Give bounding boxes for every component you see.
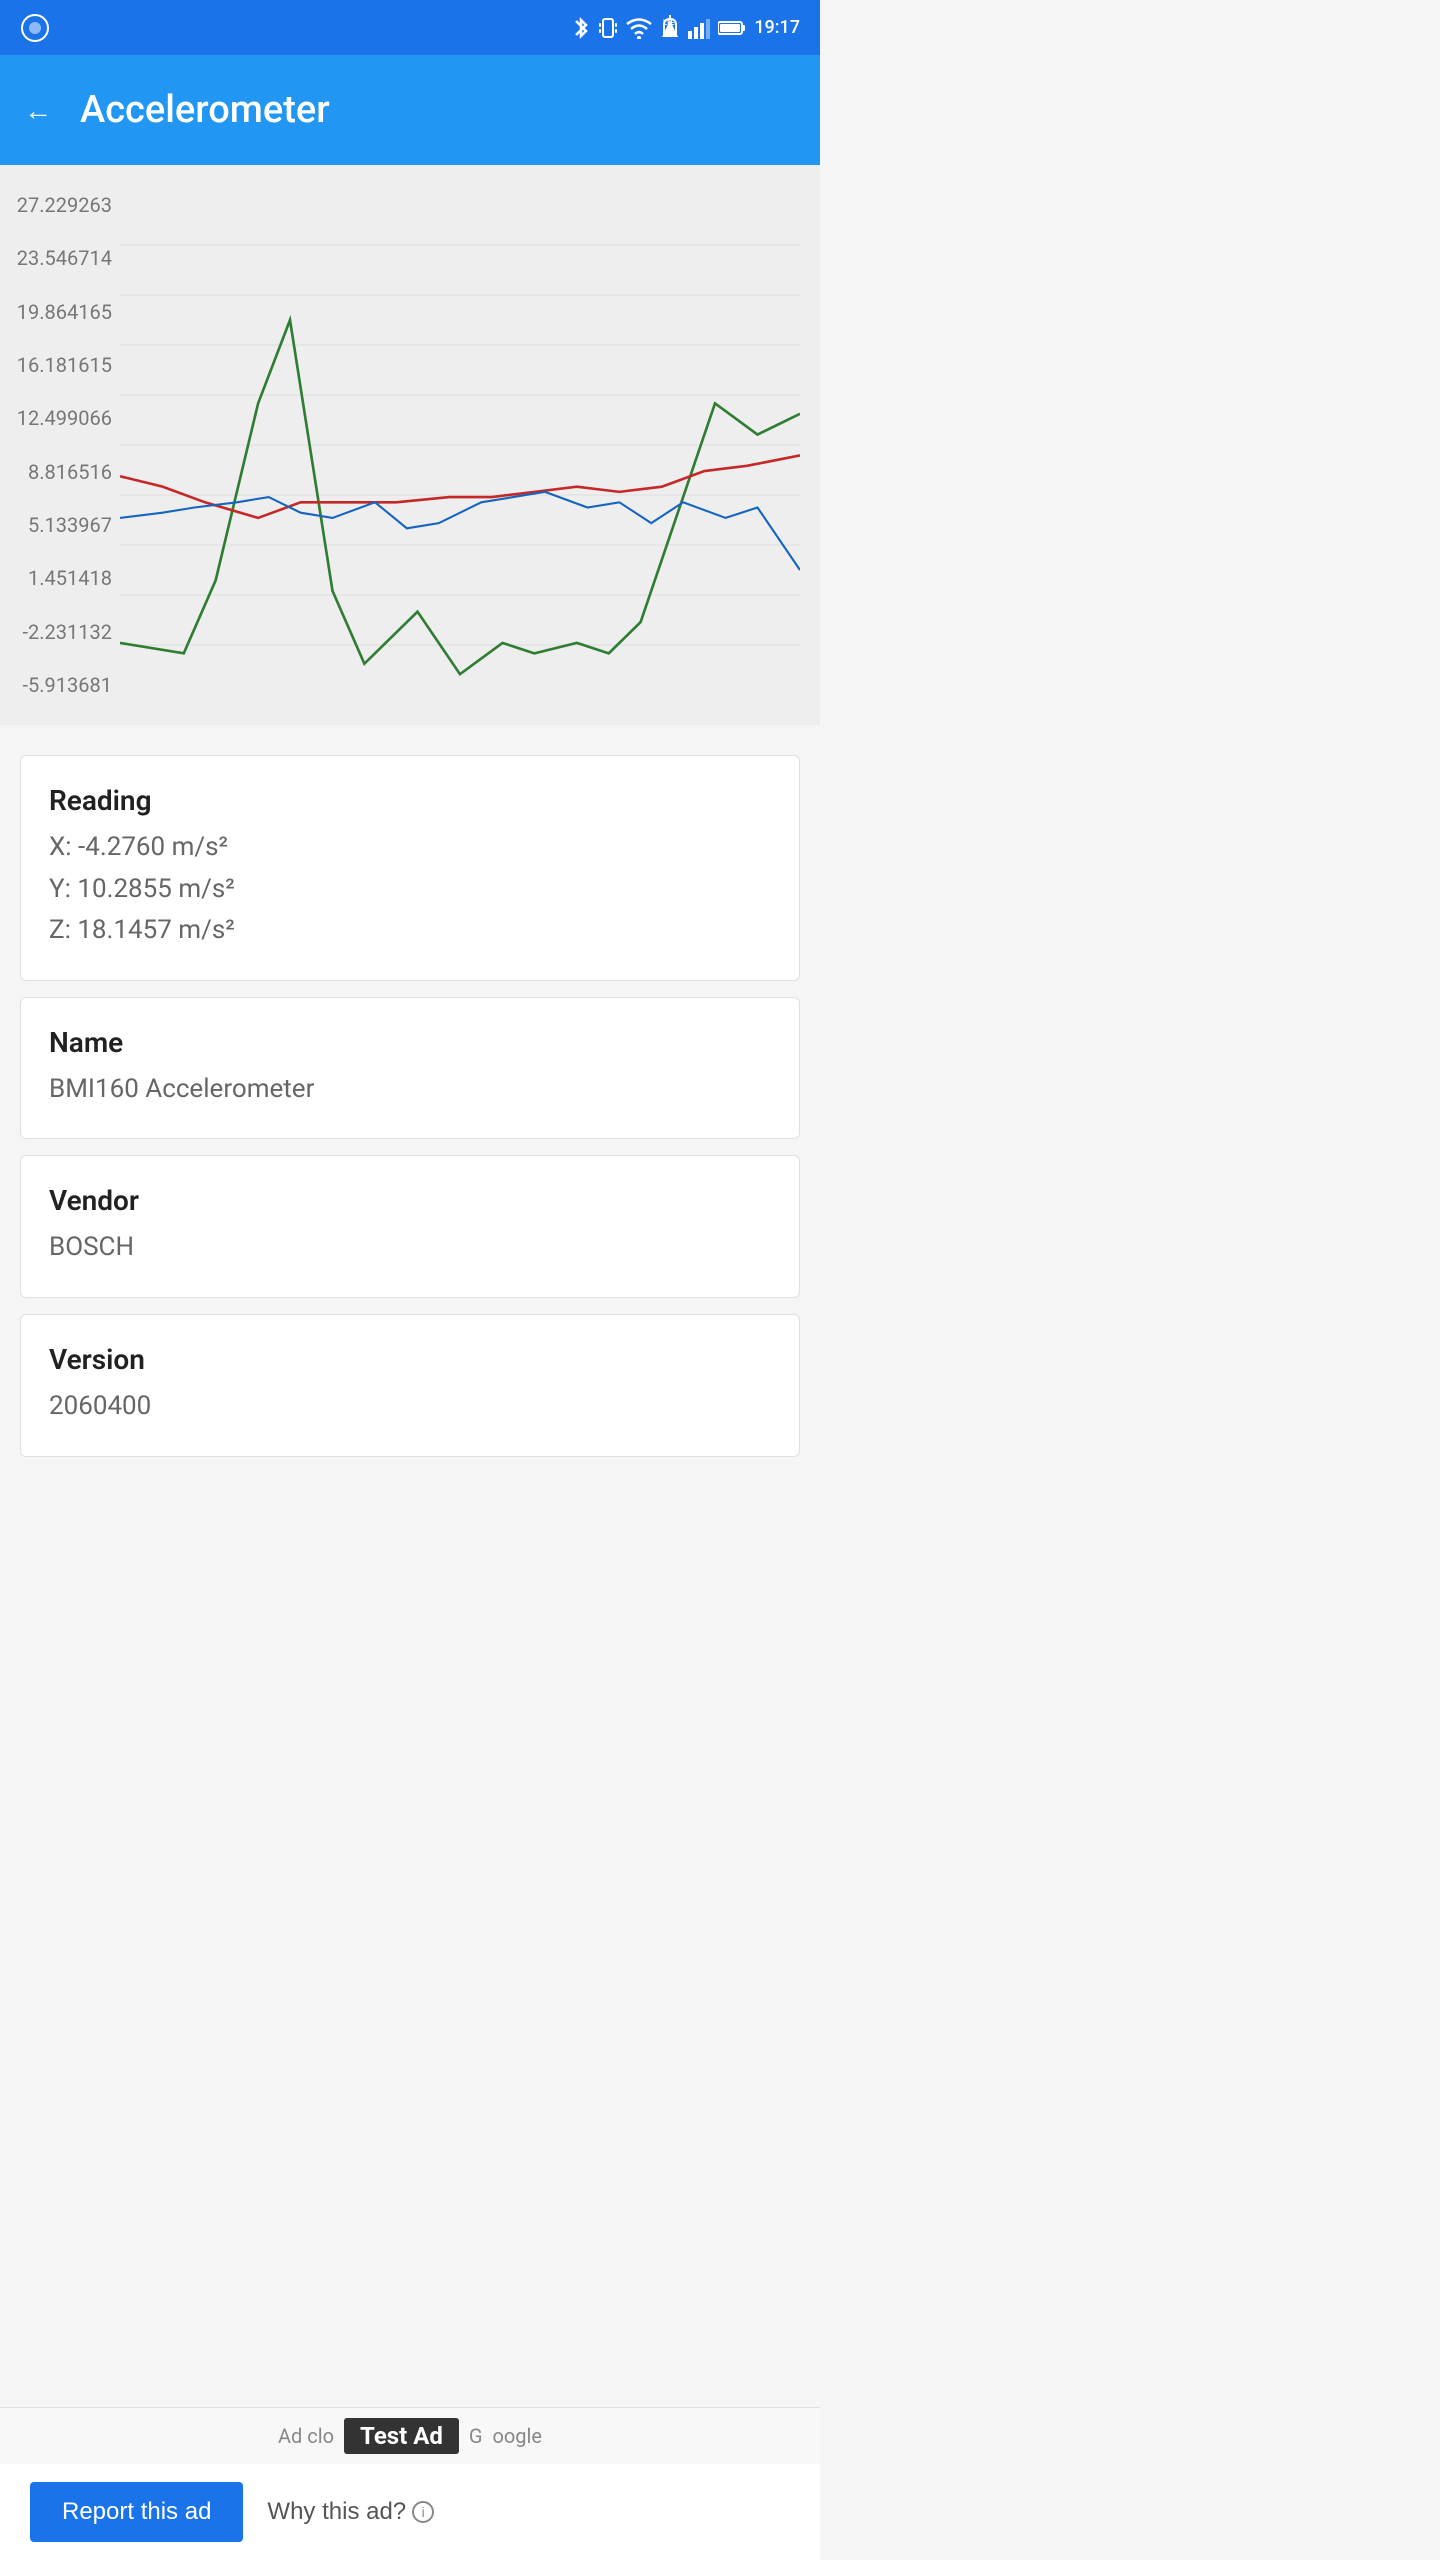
app-logo-icon: [20, 13, 50, 43]
version-card: Version 2060400: [20, 1314, 800, 1457]
vendor-title: Vendor: [49, 1184, 771, 1217]
chart-svg: [120, 195, 800, 695]
phone-signal-icon: LTE: [660, 15, 680, 41]
ad-banner: Ad clo Test Ad G oogle Report this ad Wh…: [0, 2407, 820, 2560]
chart-y-label: -5.913681: [23, 675, 112, 695]
ad-google-rest: oogle: [492, 2424, 542, 2448]
back-button[interactable]: ←: [24, 94, 52, 127]
report-ad-button[interactable]: Report this ad: [30, 2482, 243, 2542]
bluetooth-icon: [572, 15, 590, 41]
ad-banner-top: Ad clo Test Ad G oogle: [0, 2408, 820, 2464]
reading-title: Reading: [49, 784, 771, 817]
chart-y-label: 19.864165: [17, 302, 112, 322]
vibrate-icon: [598, 15, 618, 41]
version-title: Version: [49, 1343, 771, 1376]
chart-y-label: 16.181615: [17, 355, 112, 375]
chart-y-label: 5.133967: [28, 515, 112, 535]
reading-y: Y: 10.2855 m/s²: [49, 869, 771, 911]
signal-bars-icon: [688, 17, 710, 39]
why-ad-label: Why this ad?: [267, 2498, 406, 2526]
vendor-value: BOSCH: [49, 1227, 771, 1269]
status-bar: LTE 19:17: [0, 0, 820, 55]
ad-google-text: G: [469, 2424, 483, 2448]
name-card: Name BMI160 Accelerometer: [20, 997, 800, 1140]
name-title: Name: [49, 1026, 771, 1059]
status-bar-icons: LTE 19:17: [572, 15, 800, 41]
info-icon: i: [412, 2501, 434, 2523]
reading-z: Z: 18.1457 m/s²: [49, 910, 771, 952]
chart-y-label: 12.499066: [17, 408, 112, 428]
battery-icon: [718, 20, 746, 36]
wifi-icon: [626, 17, 652, 39]
status-time: 19:17: [754, 17, 800, 38]
app-bar: ← Accelerometer: [0, 55, 820, 165]
content-area: Reading X: -4.2760 m/s² Y: 10.2855 m/s² …: [0, 725, 820, 1487]
name-value: BMI160 Accelerometer: [49, 1069, 771, 1111]
reading-card: Reading X: -4.2760 m/s² Y: 10.2855 m/s² …: [20, 755, 800, 981]
chart-container: 27.229263 23.546714 19.864165 16.181615 12.4…: [0, 165, 820, 725]
ad-test-label: Test Ad: [344, 2418, 459, 2454]
chart-y-label: 23.546714: [17, 248, 112, 268]
ad-close-text: Ad clo: [278, 2424, 334, 2448]
reading-x: X: -4.2760 m/s²: [49, 827, 771, 869]
ad-banner-bottom: Report this ad Why this ad? i: [0, 2464, 820, 2560]
line-chart: [120, 195, 800, 695]
status-bar-left: [20, 13, 50, 43]
chart-y-axis: 27.229263 23.546714 19.864165 16.181615 12.4…: [10, 195, 120, 695]
why-ad-button[interactable]: Why this ad? i: [267, 2498, 434, 2526]
version-value: 2060400: [49, 1386, 771, 1428]
chart-y-label: -2.231132: [23, 622, 112, 642]
app-bar-title: Accelerometer: [80, 88, 330, 132]
chart-y-label: 1.451418: [28, 568, 112, 588]
chart-y-label: 8.816516: [28, 462, 112, 482]
vendor-card: Vendor BOSCH: [20, 1155, 800, 1298]
chart-y-label: 27.229263: [17, 195, 112, 215]
